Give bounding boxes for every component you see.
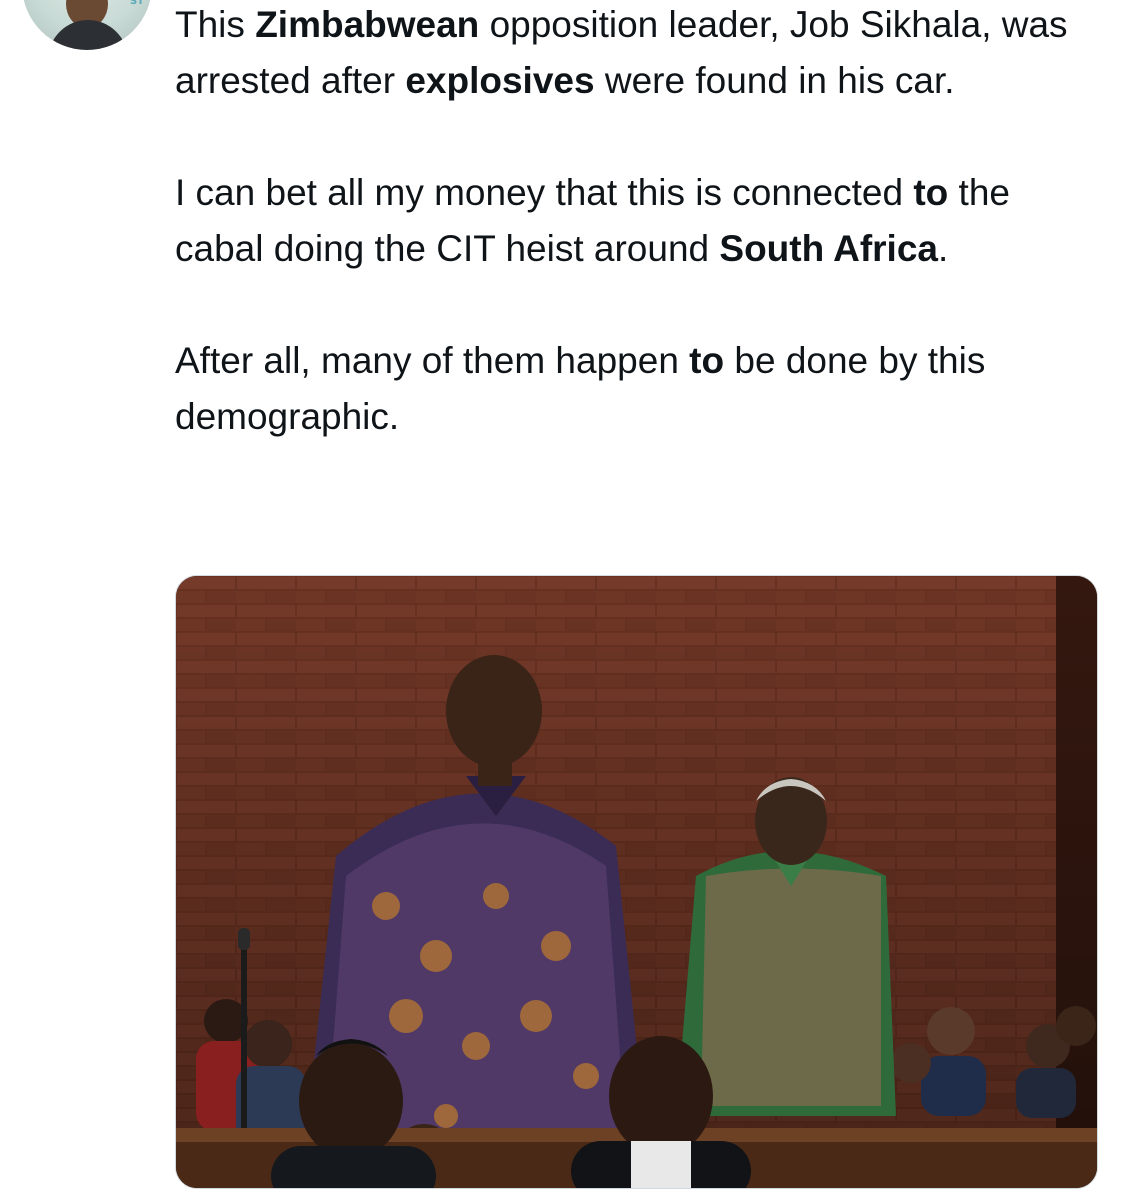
tweet-media-photo[interactable] (175, 575, 1098, 1189)
text-segment-bold: explosives (405, 60, 595, 101)
text-segment: I can bet all my money that this is conn… (175, 172, 914, 213)
text-segment: After all, many of them happen (175, 340, 690, 381)
tweet-paragraph-1: This Zimbabwean opposition leader, Job S… (175, 0, 1105, 109)
text-segment-bold: to (913, 172, 949, 213)
tweet-paragraph-3: After all, many of them happen to be don… (175, 333, 1105, 445)
text-segment-bold: Zimbabwean (255, 4, 480, 45)
text-segment: This (175, 4, 256, 45)
tweet-paragraph-2: I can bet all my money that this is conn… (175, 165, 1105, 277)
courtroom-photo-icon (176, 576, 1097, 1188)
avatar-shirt (48, 20, 128, 50)
avatar-badge: ST (129, 0, 144, 7)
text-segment-bold: to (689, 340, 725, 381)
text-segment-bold: South Africa (719, 228, 938, 269)
tweet-text: This Zimbabwean opposition leader, Job S… (175, 0, 1105, 445)
text-segment: were found in his car. (594, 60, 955, 101)
author-avatar[interactable]: ST (22, 0, 152, 50)
text-segment: . (938, 228, 949, 269)
